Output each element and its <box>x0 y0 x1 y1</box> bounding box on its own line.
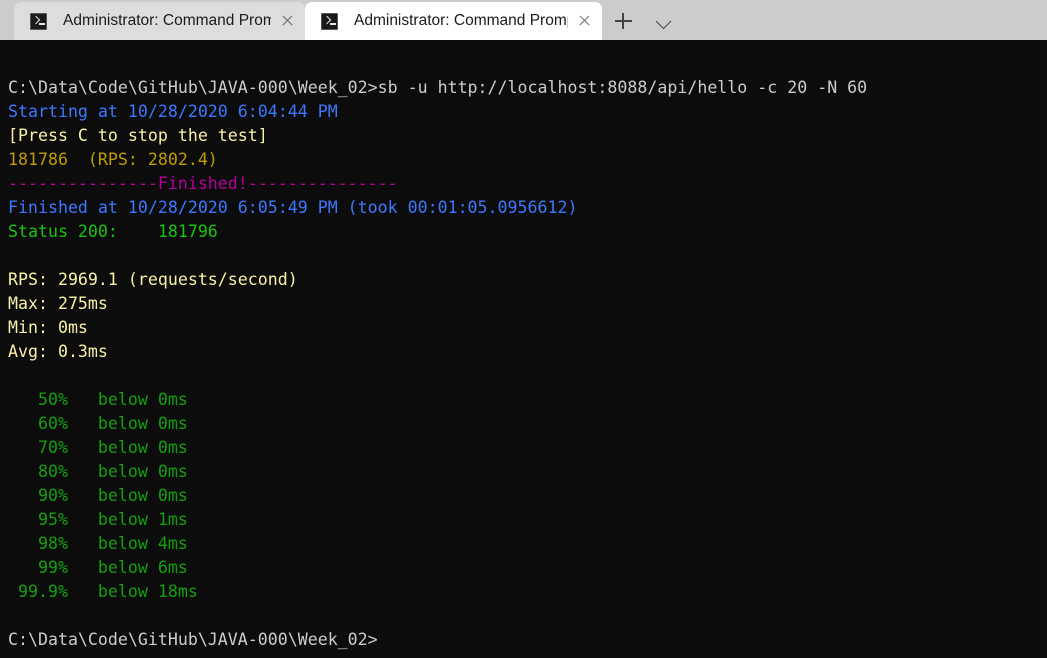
percentile-row: 60% below 0ms <box>8 414 188 433</box>
press-hint-line: [Press C to stop the test] <box>8 126 268 145</box>
starting-at-line: Starting at 10/28/2020 6:04:44 PM <box>8 102 338 121</box>
status-line: Status 200: 181796 <box>8 222 218 241</box>
percentile-row: 50% below 0ms <box>8 390 188 409</box>
tab-title: Administrator: Command Promp <box>63 12 271 29</box>
close-icon[interactable] <box>568 2 602 40</box>
percentile-row: 80% below 0ms <box>8 462 188 481</box>
finished-banner: ---------------Finished!--------------- <box>8 174 398 193</box>
stat-max: Max: 275ms <box>8 294 108 313</box>
command-line: C:\Data\Code\GitHub\JAVA-000\Week_02>sb … <box>8 78 868 97</box>
terminal-window: Administrator: Command Promp Administrat… <box>0 0 1047 658</box>
plus-icon[interactable] <box>602 2 644 40</box>
final-prompt: C:\Data\Code\GitHub\JAVA-000\Week_02> <box>8 630 378 649</box>
percentile-row: 90% below 0ms <box>8 486 188 505</box>
finished-at-line: Finished at 10/28/2020 6:05:49 PM (took … <box>8 198 578 217</box>
console-icon <box>321 12 338 30</box>
percentile-row: 70% below 0ms <box>8 438 188 457</box>
progress-counter: 181786 (RPS: 2802.4) <box>8 150 218 169</box>
close-icon[interactable] <box>271 2 305 40</box>
tabstrip-left-pad <box>0 0 14 40</box>
chevron-down-icon[interactable] <box>644 2 686 40</box>
tab-item-1[interactable]: Administrator: Command Promp <box>14 2 305 40</box>
stat-min: Min: 0ms <box>8 318 88 337</box>
console-icon <box>30 12 47 30</box>
tab-item-2[interactable]: Administrator: Command Promp <box>305 2 602 40</box>
tab-strip: Administrator: Command Promp Administrat… <box>0 0 1047 40</box>
percentile-row: 99.9% below 18ms <box>8 582 198 601</box>
stat-rps: RPS: 2969.1 (requests/second) <box>8 270 298 289</box>
stat-avg: Avg: 0.3ms <box>8 342 108 361</box>
tabstrip-filler <box>686 0 1047 40</box>
tab-title: Administrator: Command Promp <box>354 12 568 29</box>
percentile-row: 98% below 4ms <box>8 534 188 553</box>
percentile-row: 99% below 6ms <box>8 558 188 577</box>
percentile-row: 95% below 1ms <box>8 510 188 529</box>
terminal-output[interactable]: C:\Data\Code\GitHub\JAVA-000\Week_02>sb … <box>0 40 1047 658</box>
